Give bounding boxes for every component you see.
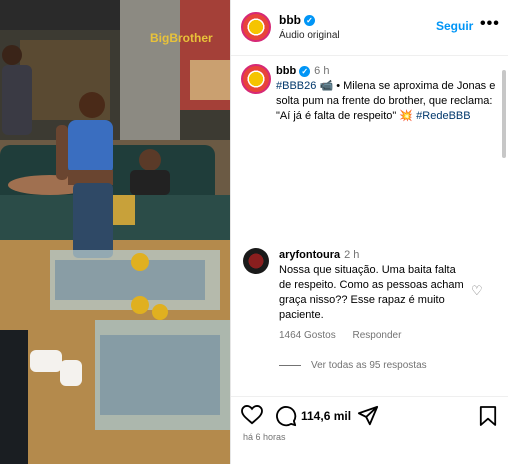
camera-emoji-icon: 📹 <box>319 80 334 92</box>
caption-avatar[interactable] <box>241 64 271 94</box>
audio-label[interactable]: Áudio original <box>279 30 340 41</box>
post-header: bbb ✓ Áudio original Seguir ••• <box>231 0 508 56</box>
caption-time: 6 h <box>314 65 330 77</box>
more-options-icon[interactable]: ••• <box>480 15 500 33</box>
comment-meta: 1464 Gostos Responder <box>279 330 415 341</box>
scrollbar-thumb[interactable] <box>502 70 506 158</box>
hashtag-redebbb[interactable]: #RedeBBB <box>416 110 470 122</box>
caption-verified-icon: ✓ <box>299 65 311 77</box>
comment-icon[interactable] <box>275 405 297 427</box>
follow-button[interactable]: Seguir <box>436 19 473 33</box>
commenter-username[interactable]: aryfontoura <box>279 249 340 261</box>
comment-like-icon[interactable]: ♡ <box>471 283 483 299</box>
bbb-logo: BigBrother <box>150 31 213 45</box>
comment-text: aryfontoura 2 h Nossa que situação. Uma b… <box>279 248 469 323</box>
comment-body: Nossa que situação. Uma baita falta de r… <box>279 264 464 321</box>
post-timestamp: há 6 horas <box>243 432 286 442</box>
author-username[interactable]: bbb ✓ <box>279 13 315 27</box>
sparkle-emoji-icon: 💥 <box>399 110 414 122</box>
comment-time: 2 h <box>344 249 360 261</box>
post-actions: 114,6 mil <box>231 396 508 434</box>
caption-text: bbb ✓ 6 h #BBB26 📹 • Milena se aproxima de… <box>276 64 501 124</box>
caption-username[interactable]: bbb <box>276 65 296 77</box>
post-caption: bbb ✓ 6 h #BBB26 📹 • Milena se aproxima de… <box>231 56 508 156</box>
post-media[interactable]: BigBrother <box>0 0 230 464</box>
likes-count[interactable]: 114,6 mil <box>301 409 351 423</box>
verified-icon: ✓ <box>304 15 315 27</box>
commenter-avatar[interactable] <box>243 248 269 274</box>
share-icon[interactable] <box>357 405 379 427</box>
view-replies-button[interactable]: Ver todas as 95 respostas <box>279 360 427 371</box>
replies-divider <box>279 364 301 366</box>
bookmark-icon[interactable] <box>479 405 497 427</box>
comment-item: aryfontoura 2 h Nossa que situação. Uma b… <box>231 240 508 380</box>
media-scene: BigBrother <box>0 0 230 464</box>
hashtag-bbb26[interactable]: #BBB26 <box>276 80 316 92</box>
post-panel: bbb ✓ Áudio original Seguir ••• bbb ✓ 6 h #… <box>230 0 508 464</box>
comment-likes[interactable]: 1464 Gostos <box>279 330 336 341</box>
heart-icon[interactable] <box>241 405 263 425</box>
reply-button[interactable]: Responder <box>353 330 402 341</box>
view-replies-text[interactable]: Ver todas as 95 respostas <box>311 360 427 371</box>
author-avatar[interactable] <box>241 12 271 42</box>
author-username-text[interactable]: bbb <box>279 13 301 27</box>
